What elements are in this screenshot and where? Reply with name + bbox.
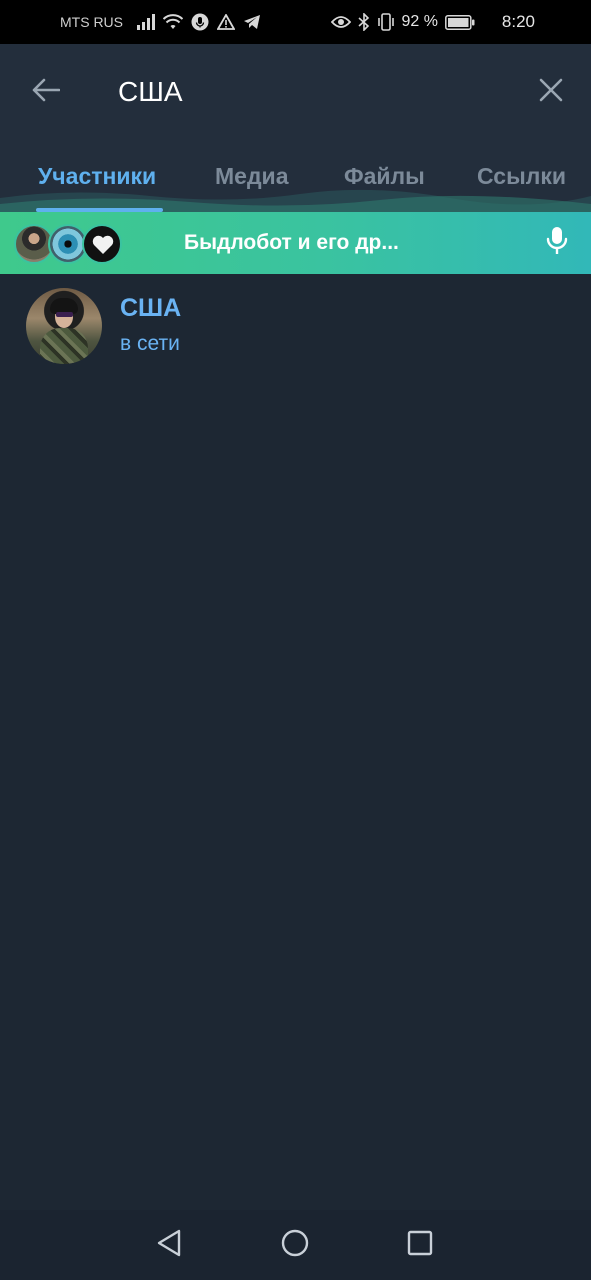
tab-media[interactable]: Медиа — [215, 156, 288, 200]
close-search-button[interactable] — [531, 72, 571, 112]
result-name: США — [120, 294, 182, 322]
back-triangle-icon — [156, 1229, 182, 1262]
list-item[interactable]: США в сети — [0, 274, 591, 370]
carrier-label: MTS RUS — [60, 14, 123, 30]
voice-chat-banner[interactable]: Быдлобот и его др... — [0, 212, 591, 274]
tab-bar: Участники Медиа Файлы Ссылки — [0, 156, 591, 200]
arrow-left-icon — [32, 78, 61, 107]
battery-percent: 92 % — [401, 13, 438, 30]
signal-icon — [137, 14, 155, 30]
status-bar-right: 92 % — [330, 0, 475, 44]
warning-icon — [217, 14, 235, 30]
battery-icon — [445, 14, 475, 30]
home-circle-icon — [281, 1229, 309, 1262]
status-bar: MTS RUS 92 % 8:20 — [0, 0, 591, 44]
tab-files[interactable]: Файлы — [344, 156, 425, 200]
microphone-icon — [546, 226, 568, 261]
avatar — [26, 288, 102, 364]
voice-chat-title: Быдлобот и его др... — [184, 231, 399, 254]
vibrate-icon — [377, 13, 395, 31]
result-status: в сети — [120, 332, 180, 355]
bluetooth-icon — [357, 13, 370, 31]
tab-participants[interactable]: Участники — [38, 156, 156, 200]
close-icon — [539, 78, 563, 107]
telegram-icon — [243, 14, 261, 30]
mic-status-icon — [191, 13, 209, 31]
clock: 8:20 — [501, 12, 535, 31]
nav-back-button[interactable] — [149, 1225, 189, 1265]
system-nav-bar — [0, 1210, 591, 1280]
tab-links[interactable]: Ссылки — [477, 156, 566, 200]
nav-recents-button[interactable] — [400, 1225, 440, 1265]
back-button[interactable] — [22, 72, 70, 112]
heart-icon — [92, 235, 114, 254]
search-input[interactable]: США — [118, 72, 183, 112]
recents-square-icon — [407, 1230, 433, 1261]
microphone-button[interactable] — [541, 226, 573, 261]
search-header: США Участники Медиа Файлы Ссылки — [0, 44, 591, 212]
eye-icon — [330, 15, 351, 29]
status-bar-left: MTS RUS — [60, 0, 261, 44]
wifi-icon — [163, 14, 183, 30]
avatar — [82, 224, 122, 264]
nav-home-button[interactable] — [275, 1225, 315, 1265]
